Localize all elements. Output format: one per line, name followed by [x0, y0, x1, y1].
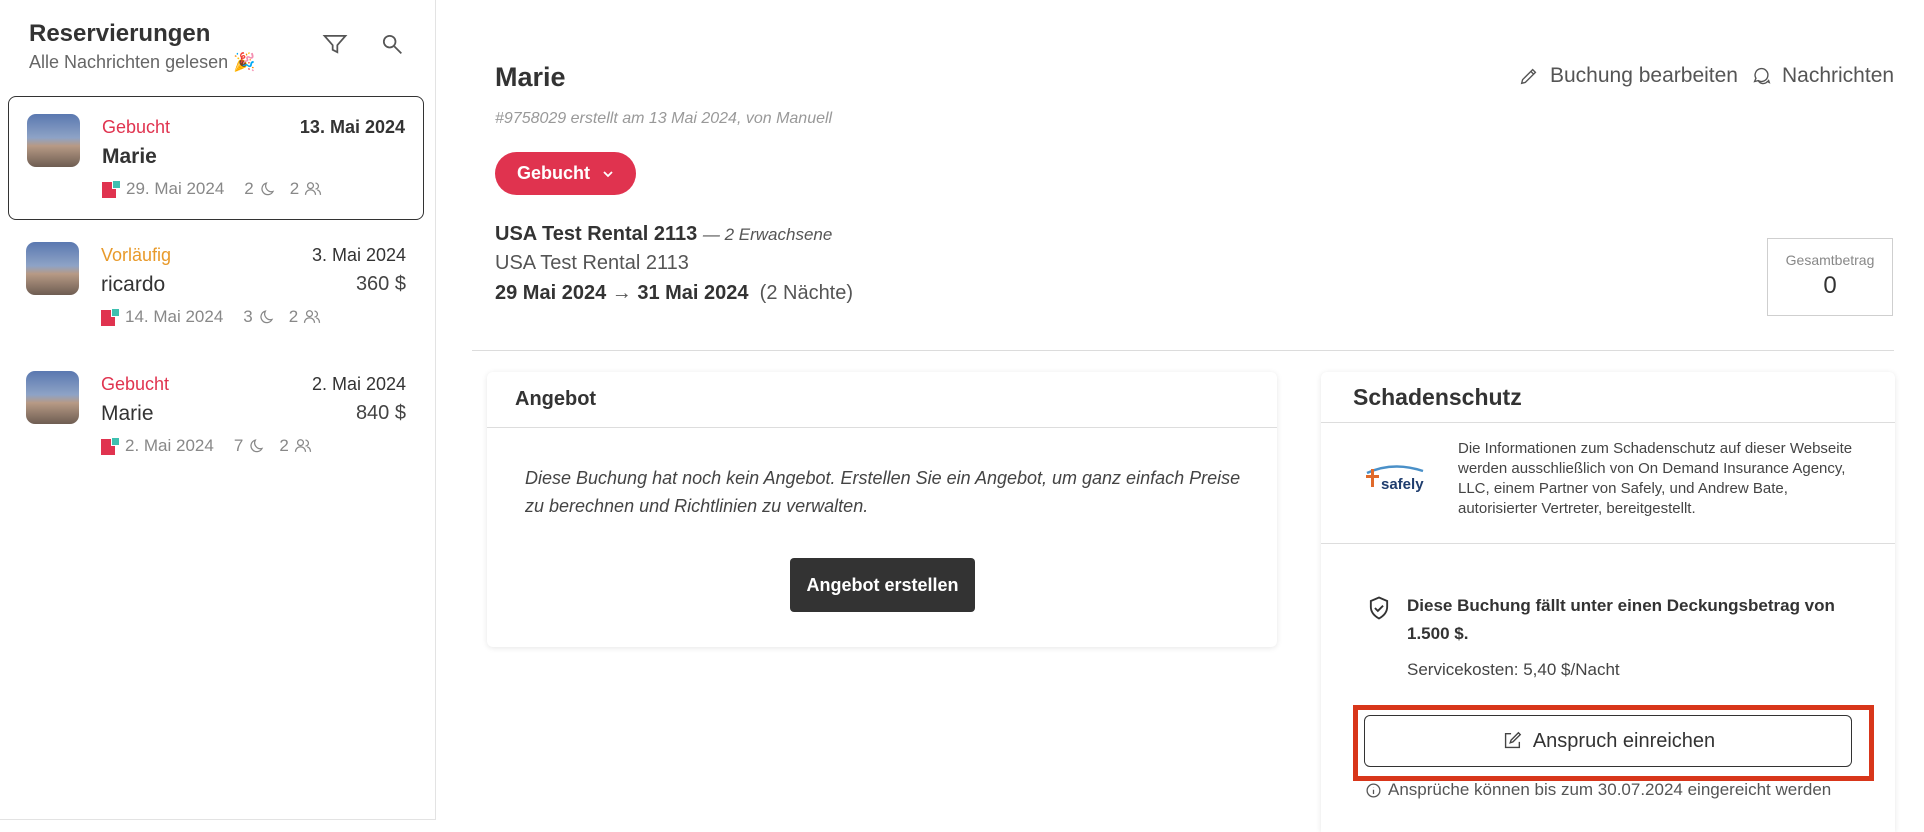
guest-name: Marie — [102, 145, 157, 168]
channel-icon — [102, 180, 121, 198]
rental-name-secondary: USA Test Rental 2113 — [495, 252, 689, 274]
chat-icon — [1753, 68, 1771, 85]
offer-title: Angebot — [487, 372, 1277, 428]
safely-logo: safely — [1366, 465, 1424, 493]
date-to: 31 Mai 2024 — [637, 282, 749, 304]
chevron-down-icon — [603, 170, 613, 177]
reservation-item[interactable]: Vorläufig 3. Mai 2024 ricardo 360 $ 14. … — [8, 225, 424, 349]
messages-label: Nachrichten — [1782, 64, 1895, 87]
pencil-icon — [1520, 68, 1537, 85]
guests-icon — [304, 310, 321, 323]
stay-dates: 29 Mai 2024 → 31 Mai 2024 (2 Nächte) — [495, 282, 853, 305]
nights-value: 2 — [244, 179, 254, 198]
rental-thumbnail — [26, 242, 79, 295]
edit-booking-label: Buchung bearbeiten — [1550, 64, 1738, 87]
checkin-date: 14. Mai 2024 — [125, 307, 224, 326]
guest-name: ricardo — [101, 273, 166, 296]
booking-status-dropdown[interactable]: Gebucht — [495, 152, 636, 195]
rental-name: USA Test Rental 2113 — [495, 223, 698, 245]
filter-icon[interactable] — [321, 30, 349, 58]
nights-value: 3 — [243, 307, 253, 326]
coverage-text: Diese Buchung fällt unter einen Deckungs… — [1407, 596, 1835, 643]
rental-thumbnail — [26, 371, 79, 424]
info-icon — [1366, 782, 1381, 798]
guests-icon — [305, 182, 322, 195]
total-label: Gesamtbetrag — [1785, 252, 1875, 268]
reservation-status: Gebucht — [101, 374, 170, 394]
reservation-meta: 29. Mai 2024 2 2 — [102, 179, 323, 199]
reservation-price: 360 $ — [355, 273, 406, 295]
moon-icon — [250, 439, 264, 453]
guests-count: 2 — [279, 436, 312, 456]
page-title: Marie — [495, 62, 566, 92]
total-value: 0 — [1823, 272, 1837, 299]
date-from: 29 Mai 2024 — [495, 282, 607, 304]
rental-summary: USA Test Rental 2113 — 2 Erwachsene — [495, 223, 832, 246]
reservation-item[interactable]: Gebucht 13. Mai 2024 Marie 29. Mai 2024 … — [8, 96, 424, 220]
reservation-date: 13. Mai 2024 — [299, 117, 405, 137]
sidebar-subtitle: Alle Nachrichten gelesen 🎉 — [29, 52, 256, 72]
offer-empty-text: Diese Buchung hat noch kein Angebot. Ers… — [525, 468, 1241, 516]
reservation-price: 840 $ — [355, 402, 406, 424]
guests-value: 2 — [289, 179, 300, 198]
submit-claim-label: Anspruch einreichen — [1532, 729, 1716, 752]
nights-label: (2 Nächte) — [759, 282, 854, 304]
service-fee: Servicekosten: 5,40 $/Nacht — [1407, 660, 1620, 679]
reservation-status: Gebucht — [102, 117, 171, 137]
reservation-item[interactable]: Gebucht 2. Mai 2024 Marie 840 $ 2. Mai 2… — [8, 354, 424, 478]
reservation-meta: 2. Mai 2024 7 2 — [101, 436, 313, 456]
channel-icon — [101, 437, 120, 455]
edit-booking-button[interactable]: Buchung bearbeiten — [1518, 64, 1738, 88]
arrow-right-icon: → — [611, 282, 632, 304]
status-label: Gebucht — [516, 163, 590, 183]
insurance-disclaimer: Die Informationen zum Schadenschutz auf … — [1458, 440, 1853, 517]
nights-count: 3 — [243, 307, 276, 327]
divider — [472, 350, 1894, 351]
sidebar-title: Reservierungen — [29, 20, 211, 47]
checkin-date: 2. Mai 2024 — [125, 436, 214, 455]
messages-button[interactable]: Nachrichten — [1750, 64, 1894, 88]
guests-count: 2 — [289, 307, 322, 327]
nights-count: 7 — [234, 436, 267, 456]
svg-text:safely: safely — [1381, 476, 1424, 493]
reservation-date: 3. Mai 2024 — [311, 245, 406, 265]
claim-deadline-text: Ansprüche können bis zum 30.07.2024 eing… — [1388, 780, 1832, 799]
submit-claim-button[interactable]: Anspruch einreichen — [1364, 715, 1852, 767]
offer-card: Angebot Diese Buchung hat noch kein Ange… — [487, 372, 1277, 647]
damage-protection-card: Schadenschutz safely Die Informationen z… — [1321, 372, 1895, 832]
damage-title: Schadenschutz — [1321, 372, 1895, 423]
guest-name: Marie — [101, 402, 154, 425]
reservations-sidebar: Reservierungen Alle Nachrichten gelesen … — [0, 0, 436, 820]
guests-icon — [294, 439, 311, 452]
edit-square-icon — [1504, 731, 1522, 749]
claim-deadline-note: Ansprüche können bis zum 30.07.2024 eing… — [1365, 780, 1831, 800]
insurance-info: safely Die Informationen zum Schadenschu… — [1321, 423, 1895, 544]
create-offer-button[interactable]: Angebot erstellen — [790, 558, 975, 612]
moon-icon — [261, 182, 274, 196]
nights-value: 7 — [233, 436, 244, 455]
total-amount-box: Gesamtbetrag 0 — [1767, 238, 1893, 316]
guests-value: 2 — [279, 436, 289, 455]
guests-count: 2 — [290, 179, 323, 199]
moon-icon — [260, 310, 273, 324]
guests-value: 2 — [288, 307, 299, 326]
search-icon[interactable] — [378, 30, 406, 58]
rental-thumbnail — [27, 114, 80, 167]
shield-check-icon — [1365, 594, 1393, 622]
reservation-meta: 14. Mai 2024 3 2 — [101, 307, 322, 327]
reservation-status: Vorläufig — [101, 245, 172, 265]
checkin-date: 29. Mai 2024 — [126, 179, 225, 198]
guest-summary: — 2 Erwachsene — [702, 225, 833, 244]
channel-icon — [101, 308, 120, 326]
reservation-date: 2. Mai 2024 — [311, 374, 406, 394]
app: Reservierungen Alle Nachrichten gelesen … — [0, 0, 1924, 832]
booking-meta: #9758029 erstellt am 13 Mai 2024, von Ma… — [495, 110, 833, 127]
nights-count: 2 — [244, 179, 277, 199]
